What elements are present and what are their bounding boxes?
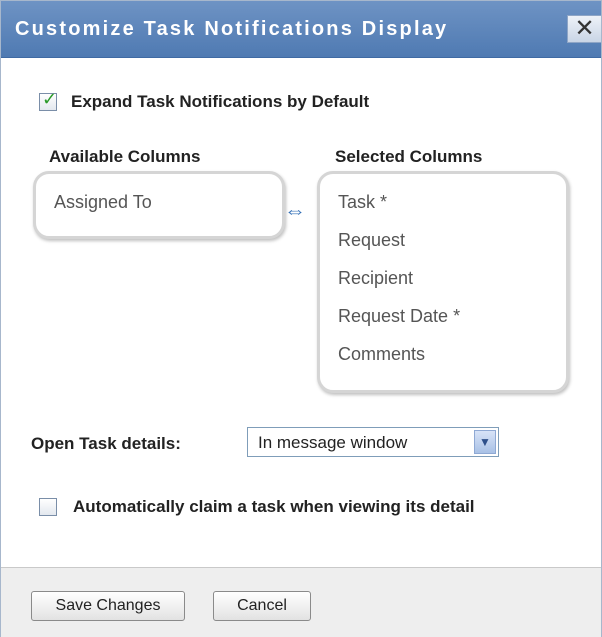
dialog-title: Customize Task Notifications Display xyxy=(15,18,449,40)
open-task-details-label: Open Task details: xyxy=(31,434,181,453)
customize-task-notifications-dialog: Customize Task Notifications Display ✕ ✓… xyxy=(0,0,602,637)
auto-claim-checkbox[interactable] xyxy=(39,498,57,516)
selected-column-item[interactable]: Request xyxy=(338,230,405,251)
dialog-footer: Save Changes Cancel xyxy=(1,567,601,637)
swap-arrows-icon[interactable]: ⇔ xyxy=(284,198,306,224)
available-columns-heading: Available Columns xyxy=(49,147,201,166)
dialog-titlebar: Customize Task Notifications Display ✕ xyxy=(1,1,601,58)
selected-column-item[interactable]: Comments xyxy=(338,344,425,365)
cancel-button[interactable]: Cancel xyxy=(213,591,311,621)
auto-claim-label: Automatically claim a task when viewing … xyxy=(73,497,475,516)
expand-by-default-label: Expand Task Notifications by Default xyxy=(71,92,370,111)
selected-column-item[interactable]: Recipient xyxy=(338,268,413,289)
close-icon: ✕ xyxy=(574,15,595,42)
selected-columns-heading: Selected Columns xyxy=(335,147,483,166)
selected-column-item[interactable]: Task * xyxy=(338,192,387,213)
expand-by-default-checkbox[interactable]: ✓ xyxy=(39,89,57,111)
open-task-details-select[interactable]: In message window ▼ xyxy=(247,427,499,457)
available-columns-list[interactable]: Assigned To xyxy=(33,171,285,239)
close-button[interactable]: ✕ xyxy=(567,15,601,43)
selected-column-item[interactable]: Request Date * xyxy=(338,306,460,327)
save-changes-button[interactable]: Save Changes xyxy=(31,591,185,621)
selected-columns-list[interactable]: Task * Request Recipient Request Date * … xyxy=(317,171,569,393)
available-column-item[interactable]: Assigned To xyxy=(54,192,152,213)
dialog-body: ✓ Expand Task Notifications by Default A… xyxy=(1,58,601,567)
chevron-down-icon[interactable]: ▼ xyxy=(474,430,496,454)
open-task-details-value: In message window xyxy=(258,433,408,452)
checkmark-icon: ✓ xyxy=(42,89,58,109)
